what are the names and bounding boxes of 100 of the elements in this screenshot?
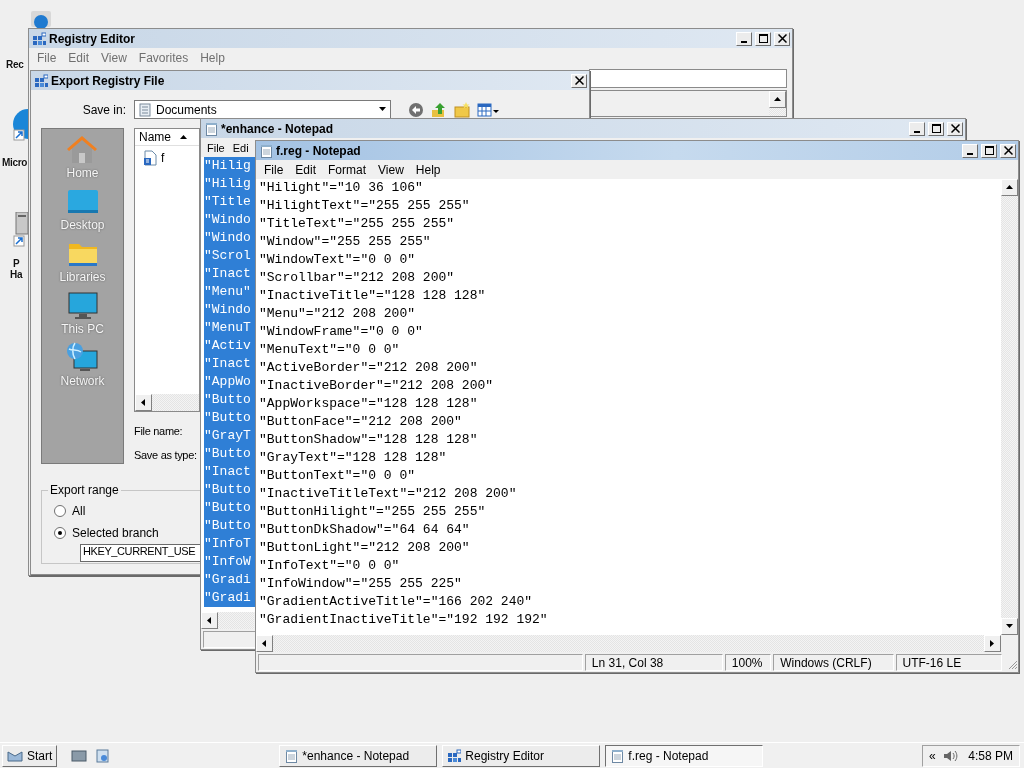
documents-icon [139, 102, 151, 117]
sort-icon [179, 132, 188, 142]
text-line: "Hilight"="10 36 106" [259, 179, 424, 197]
minimize-button[interactable] [962, 143, 978, 158]
maximize-icon [758, 34, 768, 43]
registry-file-icon [143, 150, 157, 166]
scroll-left-button[interactable] [201, 612, 218, 629]
menu-item[interactable]: Help [409, 162, 447, 177]
menu-item[interactable]: View [372, 162, 410, 177]
close-icon [777, 34, 787, 43]
up-arrow-icon [1005, 183, 1014, 192]
close-button[interactable] [1000, 143, 1016, 158]
text-line: "ButtonLight"="212 208 200" [259, 539, 471, 557]
text-line: "TitleText"="255 255 255" [259, 215, 456, 233]
text-line: "ActiveBorder"="212 208 200" [259, 359, 479, 377]
status-text: Windows (CRLF) [773, 654, 894, 671]
file-entry[interactable]: f [135, 146, 199, 166]
maximize-button[interactable] [981, 143, 997, 158]
text-line: "InfoWindow"="255 255 225" [259, 575, 463, 593]
text-line: "InactiveTitleText"="212 208 200" [259, 485, 518, 503]
radio-option[interactable]: Selected branch [54, 522, 159, 544]
home-icon [66, 134, 99, 166]
text-field[interactable] [589, 69, 787, 88]
maximize-button[interactable] [755, 31, 771, 46]
scroll-left-button[interactable] [135, 394, 152, 411]
left-arrow-icon [139, 398, 148, 407]
menu-item[interactable]: File [203, 141, 229, 154]
left-arrow-icon [260, 639, 269, 648]
menu-item[interactable]: Help [194, 50, 231, 65]
minimize-icon [967, 152, 973, 155]
close-button[interactable] [571, 73, 587, 88]
quick-launch-button[interactable] [95, 748, 112, 763]
radio-label: All [72, 504, 86, 518]
status-text: Ln 31, Col 38 [584, 654, 723, 671]
right-arrow-icon [988, 639, 997, 648]
menu-item[interactable]: Format [322, 162, 373, 177]
grid-icon [32, 31, 46, 46]
menu-item[interactable]: File [31, 50, 63, 65]
minimize-icon [741, 40, 747, 43]
taskbar-button[interactable]: f.reg - Notepad [605, 744, 764, 767]
maximize-button[interactable] [928, 121, 944, 136]
text-line: "ButtonFace"="212 208 200" [259, 413, 463, 431]
start-button[interactable]: Start [2, 744, 58, 767]
start-icon [7, 748, 23, 763]
window-icon [95, 748, 112, 763]
menu-item[interactable]: View [95, 50, 133, 65]
minimize-button[interactable] [909, 121, 925, 136]
scroll-up-button[interactable] [769, 91, 786, 108]
up-arrow-icon [773, 95, 782, 104]
text-line: "Scrollbar"="212 208 200" [259, 269, 456, 287]
taskbar-button[interactable]: Registry Editor [442, 744, 601, 767]
clock: 4:58 PM [968, 748, 1013, 763]
scroll-up-button[interactable] [1001, 179, 1018, 196]
text-line: "ButtonDkShadow"="64 64 64" [259, 521, 471, 539]
tray-expand-button[interactable]: « [929, 748, 936, 763]
input-field[interactable]: HKEY_CURRENT_USE [80, 544, 202, 562]
close-button[interactable] [947, 121, 963, 136]
notepad-icon [610, 748, 625, 763]
window-title: Export Registry File [51, 73, 166, 88]
folder-dropdown[interactable]: Documents [134, 100, 391, 119]
column-header[interactable]: Name [139, 130, 171, 144]
field-label: Save in: [81, 102, 127, 117]
menu-item[interactable]: Favorites [132, 50, 195, 65]
close-button[interactable] [774, 31, 790, 46]
scrollbar-track [769, 108, 786, 116]
view-menu-icon [477, 101, 499, 118]
status-text: UTF-16 LE [895, 654, 1002, 671]
text-line: "InactiveBorder"="212 208 200" [259, 377, 495, 395]
icon-label: P Ha [10, 258, 23, 280]
minimize-button[interactable] [736, 31, 752, 46]
up-folder-icon [431, 101, 447, 118]
notepad-icon [259, 143, 273, 158]
radio-label: Selected branch [72, 526, 159, 540]
radio-button[interactable] [54, 505, 66, 517]
close-icon [1003, 146, 1013, 155]
radio-button[interactable] [54, 527, 66, 539]
grid-icon [34, 73, 48, 88]
radio-option[interactable]: All [54, 500, 86, 522]
window-title: *enhance - Notepad [221, 121, 335, 136]
quick-launch-button[interactable] [71, 748, 88, 763]
group-title: Export range [49, 484, 120, 496]
scroll-right-button[interactable] [984, 635, 1001, 652]
text-line: "ButtonText"="0 0 0" [259, 467, 417, 485]
menu-item[interactable]: File [258, 162, 290, 177]
text-line: "MenuText"="0 0 0" [259, 341, 401, 359]
taskbar-button[interactable]: *enhance - Notepad [279, 744, 438, 767]
window-title: Registry Editor [49, 31, 136, 46]
scroll-down-button[interactable] [1001, 618, 1018, 635]
caret-icon [377, 105, 387, 114]
text-line: "HilightText"="255 255 255" [259, 197, 471, 215]
menu-item[interactable]: Edi [228, 141, 253, 154]
scroll-left-button[interactable] [256, 635, 273, 652]
text-line: "GrayText"="128 128 128" [259, 449, 448, 467]
text-line: "InactiveTitle"="128 128 128" [259, 287, 487, 305]
resize-grip-icon [1006, 658, 1018, 670]
down-arrow-icon [1005, 622, 1014, 631]
menu-item[interactable]: Edit [289, 162, 323, 177]
menu-item[interactable]: Edit [62, 50, 96, 65]
speaker-icon [941, 748, 958, 763]
text-line: "GradientInactiveTitle"="192 192 192" [259, 611, 549, 629]
